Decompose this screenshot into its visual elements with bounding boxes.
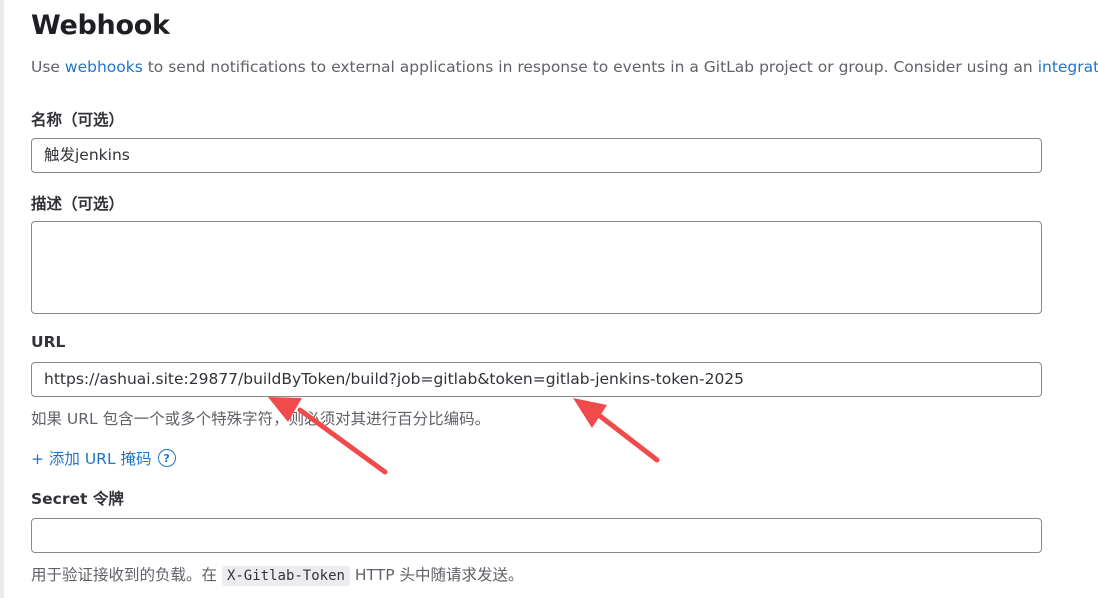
url-label: URL	[31, 333, 66, 351]
intro-prefix: Use	[31, 58, 65, 76]
question-icon[interactable]: ?	[157, 449, 176, 467]
secret-help-prefix: 用于验证接收到的负载。在	[31, 566, 222, 584]
webhooks-link[interactable]: webhooks	[65, 58, 143, 76]
header-name-code: X-Gitlab-Token	[221, 566, 350, 586]
description-label: 描述（可选）	[31, 195, 125, 213]
secret-token-label: Secret 令牌	[31, 490, 124, 508]
url-input[interactable]: https://ashuai.site:29877/buildByToken/b…	[31, 362, 1042, 397]
add-url-mask-label: + 添加 URL 掩码	[31, 450, 152, 468]
arrow-right	[573, 398, 660, 463]
intro-text: Use webhooks to send notifications to ex…	[31, 58, 1098, 76]
integration-link[interactable]: integration	[1038, 58, 1098, 76]
secret-help-text: 用于验证接收到的负载。在 X-Gitlab-Token HTTP 头中随请求发送…	[31, 563, 524, 586]
left-border	[0, 0, 4, 598]
add-url-mask-button[interactable]: + 添加 URL 掩码 ?	[31, 447, 176, 469]
url-help-text: 如果 URL 包含一个或多个特殊字符，则必须对其进行百分比编码。	[31, 410, 491, 428]
description-textarea[interactable]	[31, 221, 1042, 314]
secret-help-suffix: HTTP 头中随请求发送。	[349, 566, 524, 584]
secret-token-input[interactable]	[31, 518, 1042, 553]
name-label: 名称（可选）	[31, 111, 125, 129]
page-title: Webhook	[31, 10, 170, 41]
intro-suffix: to send notifications to external applic…	[142, 58, 1038, 76]
name-input[interactable]: 触发jenkins	[31, 138, 1042, 173]
